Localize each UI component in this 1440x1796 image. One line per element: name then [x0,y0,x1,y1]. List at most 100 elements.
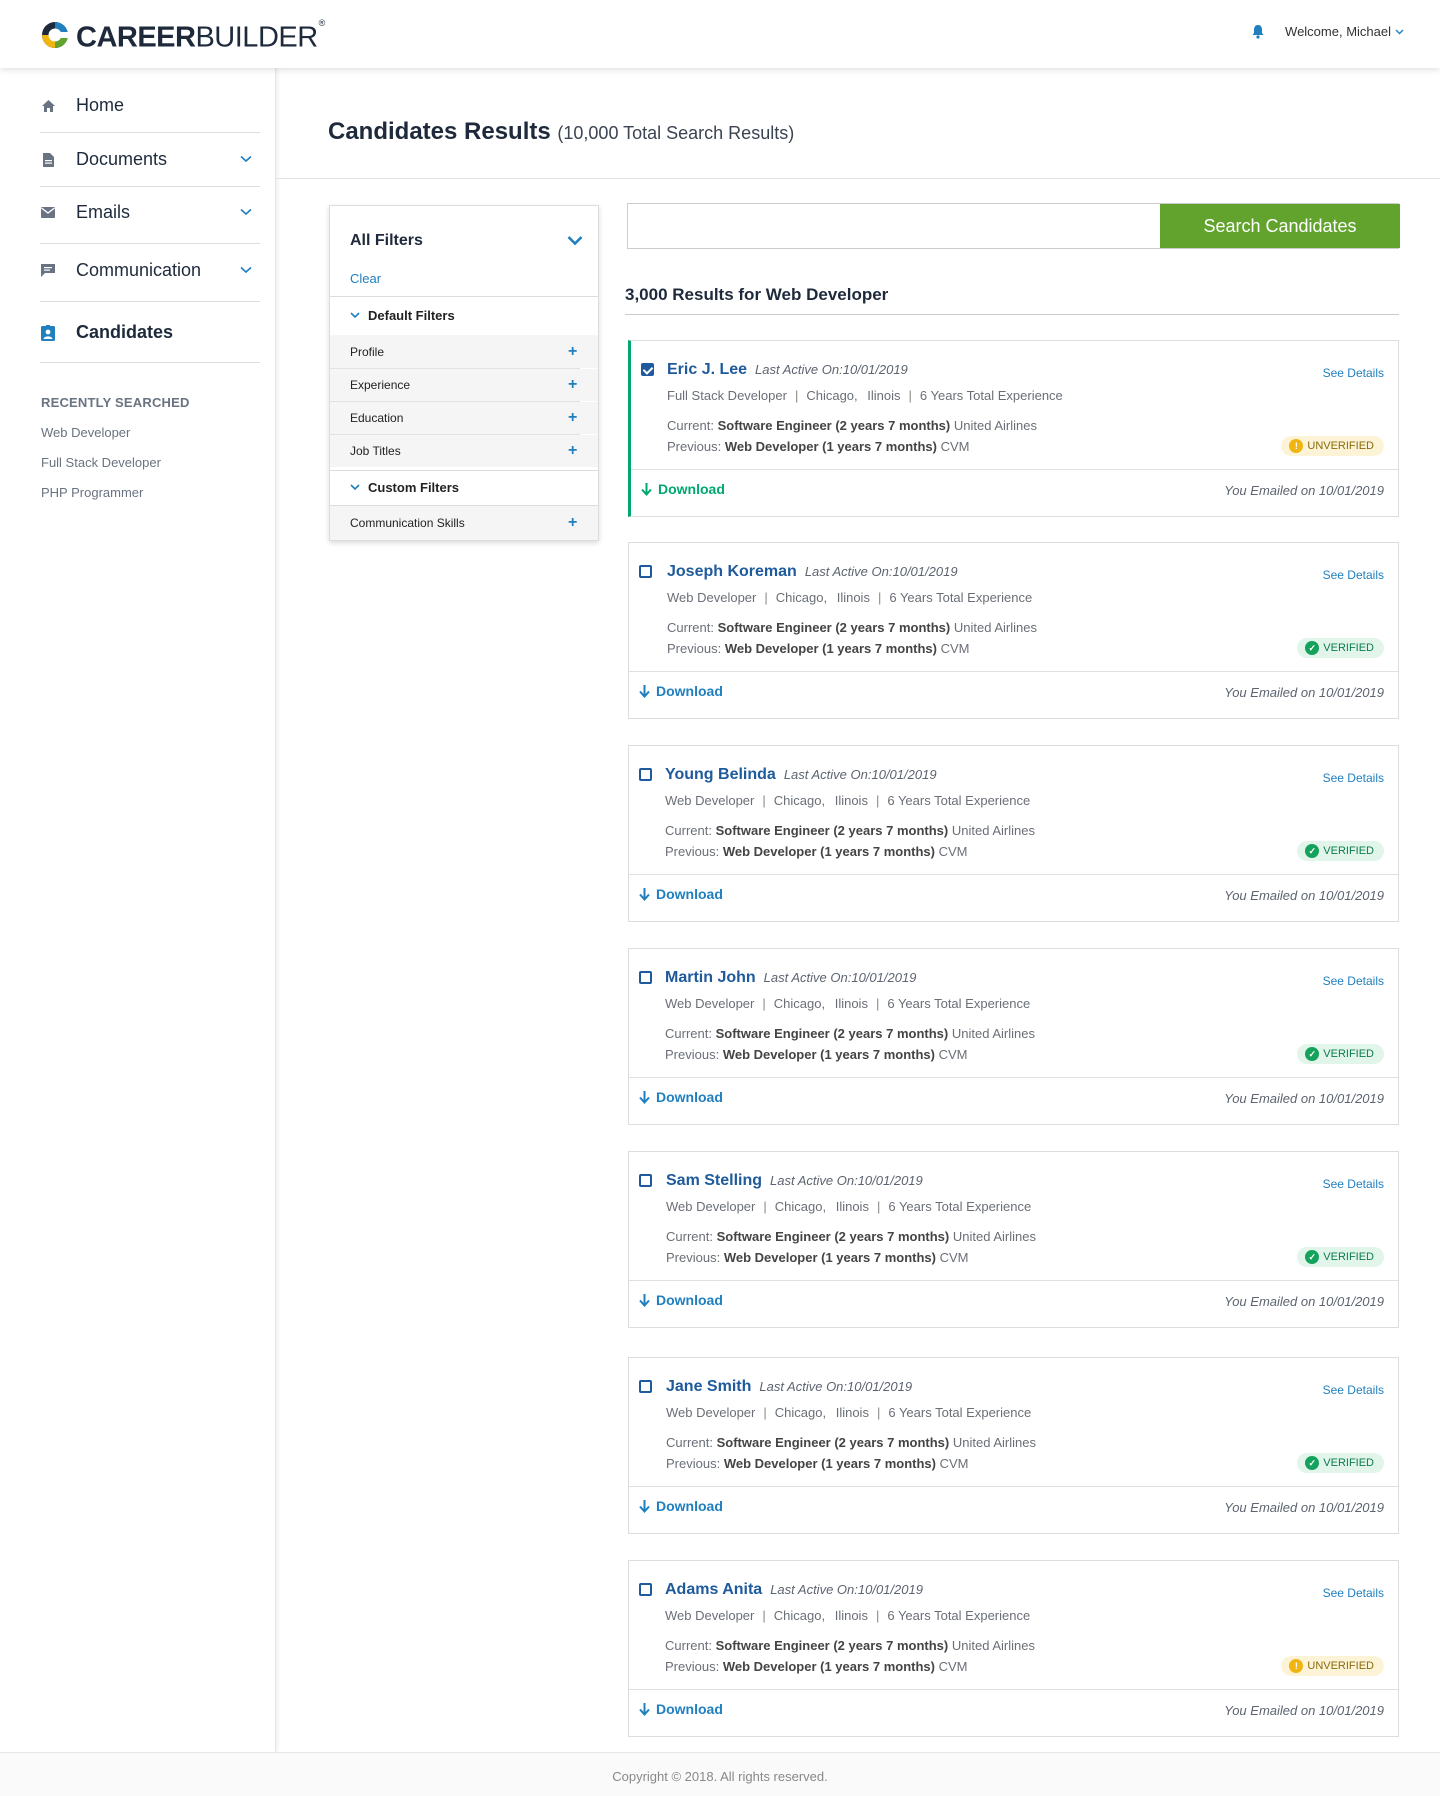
filter-item-profile[interactable]: Profile + [330,335,598,368]
filter-label: Education [350,411,404,425]
separator: | [875,793,880,808]
candidate-checkbox[interactable] [639,565,652,578]
candidate-name[interactable]: Martin John [665,969,756,986]
verified-check-icon: ✓ [1305,1047,1320,1061]
recent-search-item[interactable]: Web Developer [41,425,130,440]
previous-company: CVM [939,1456,969,1471]
default-filters-heading: Default Filters [368,308,455,323]
plus-icon: + [568,514,578,531]
see-details-link[interactable]: See Details [1323,568,1384,582]
current-position: Current: Software Engineer (2 years 7 mo… [665,1638,1035,1653]
current-title: Software Engineer (2 years 7 months) [715,1026,949,1041]
default-filters-toggle[interactable]: Default Filters [330,296,598,334]
previous-position: Previous: Web Developer (1 years 7 month… [667,641,970,656]
candidate-meta: Full Stack Developer | Chicago, Ilinois | 6 … [667,388,1063,403]
separator: | [876,1405,881,1420]
candidate-role: Web Developer [666,1199,756,1214]
clear-filters-link[interactable]: Clear [350,271,381,286]
filter-item-job-titles[interactable]: Job Titles + [330,435,598,467]
candidate-name[interactable]: Sam Stelling [666,1172,762,1189]
sidebar-item-label: Home [76,95,125,115]
divider [276,178,1440,179]
download-arrow-icon [639,684,650,698]
candidate-name[interactable]: Joseph Koreman [667,563,797,580]
status-badge: ! UNVERIFIED [1281,436,1384,456]
recent-search-item[interactable]: Full Stack Developer [41,455,161,470]
candidate-checkbox[interactable] [639,1174,652,1187]
document-icon [40,152,56,168]
current-title: Software Engineer (2 years 7 months) [716,1229,950,1244]
candidate-checkbox[interactable] [639,971,652,984]
chat-icon [40,263,56,279]
download-link[interactable]: Download [639,1701,723,1717]
see-details-link[interactable]: See Details [1323,1586,1384,1600]
candidate-city: Chicago, [774,1199,827,1214]
user-menu[interactable]: Welcome, Michael [1285,24,1404,39]
candidate-state: Ilinois [834,996,868,1011]
sidebar-item-emails[interactable]: Emails [40,202,260,223]
careerbuilder-logo[interactable]: CAREERBUILDER® [40,18,325,52]
sidebar-item-label: Communication [76,260,202,280]
emailed-status: You Emailed on 10/01/2019 [1224,1091,1384,1106]
status-badge: ! UNVERIFIED [1281,1656,1384,1676]
download-link[interactable]: Download [639,886,723,902]
see-details-link[interactable]: See Details [1323,771,1384,785]
candidate-state: Ilinois [836,590,870,605]
download-link[interactable]: Download [639,683,723,699]
last-active: Last Active On:10/01/2019 [770,1173,923,1188]
download-link[interactable]: Download [639,1292,723,1308]
filter-item-experience[interactable]: Experience + [330,369,598,401]
see-details-link[interactable]: See Details [1323,366,1384,380]
previous-title: Web Developer (1 years 7 months) [724,641,937,656]
current-company: United Airlines [953,418,1037,433]
download-link[interactable]: Download [641,481,725,497]
candidate-checkbox[interactable] [639,768,652,781]
candidate-name[interactable]: Adams Anita [665,1581,762,1598]
separator: | [875,1608,880,1623]
notification-bell-icon[interactable] [1251,24,1265,39]
candidate-checkbox[interactable] [639,1583,652,1596]
search-candidates-button[interactable]: Search Candidates [1160,204,1400,248]
previous-company: CVM [940,641,970,656]
previous-company: CVM [938,1659,968,1674]
candidate-experience: 6 Years Total Experience [888,1405,1032,1420]
candidate-name[interactable]: Young Belinda [665,766,776,783]
chevron-down-icon[interactable] [567,235,583,246]
custom-filters-toggle[interactable]: Custom Filters [330,470,598,503]
see-details-link[interactable]: See Details [1323,1383,1384,1397]
candidate-meta: Web Developer | Chicago, Ilinois | 6 Years T… [666,1199,1031,1214]
filter-item-education[interactable]: Education + [330,402,598,434]
candidate-meta: Web Developer | Chicago, Ilinois | 6 Years T… [665,793,1030,808]
emailed-status: You Emailed on 10/01/2019 [1224,483,1384,498]
chevron-down-icon [240,266,252,274]
candidate-checkbox[interactable] [641,363,654,376]
see-details-link[interactable]: See Details [1323,974,1384,988]
download-link[interactable]: Download [639,1089,723,1105]
current-label: Current: [666,1229,713,1244]
previous-company: CVM [939,1250,969,1265]
download-link[interactable]: Download [639,1498,723,1514]
candidate-name[interactable]: Eric J. Lee [667,361,747,378]
sidebar-item-documents[interactable]: Documents [40,149,260,170]
see-details-link[interactable]: See Details [1323,1177,1384,1191]
separator: | [794,388,799,403]
divider [629,1486,1398,1487]
status-badge: ✓ VERIFIED [1297,1044,1384,1064]
sidebar-item-home[interactable]: Home [40,95,260,116]
recent-search-item[interactable]: PHP Programmer [41,485,143,500]
emailed-status: You Emailed on 10/01/2019 [1224,685,1384,700]
sidebar-item-candidates[interactable]: Candidates [40,322,260,343]
candidate-checkbox[interactable] [639,1380,652,1393]
download-label: Download [656,683,723,699]
filter-item-communication-skills[interactable]: Communication Skills + [330,505,598,540]
copyright-text: Copyright © 2018. All rights reserved. [612,1769,828,1784]
sidebar-item-communication[interactable]: Communication [40,260,260,281]
candidate-name[interactable]: Jane Smith [666,1378,751,1395]
candidate-meta: Web Developer | Chicago, Ilinois | 6 Years T… [665,996,1030,1011]
status-label: VERIFIED [1323,642,1374,654]
emailed-status: You Emailed on 10/01/2019 [1224,888,1384,903]
candidate-role: Full Stack Developer [667,388,787,403]
divider [40,132,260,133]
filter-label: Job Titles [350,444,401,458]
candidate-state: Ilinois [835,1405,869,1420]
